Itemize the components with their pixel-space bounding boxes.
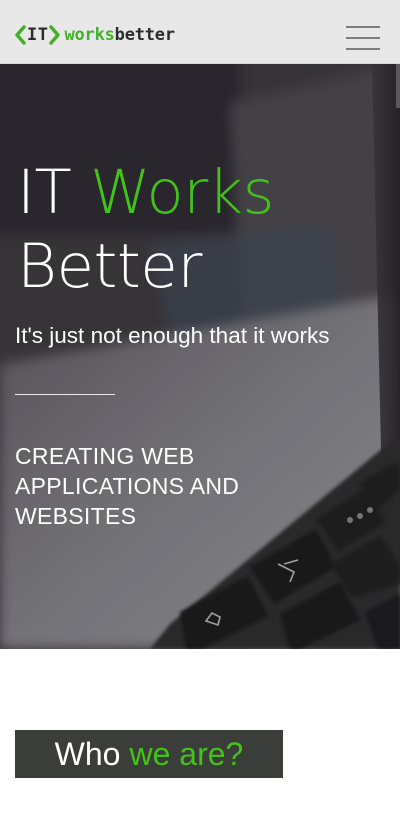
site-logo[interactable]: IT worksbetter — [15, 23, 175, 47]
site-header: IT worksbetter — [0, 0, 400, 64]
logo-wordmark-better: better — [114, 25, 175, 45]
logo-it-text: IT — [27, 25, 49, 45]
logo-bracket-mark: IT — [15, 23, 61, 47]
hero-divider — [15, 394, 115, 395]
menu-bar-bottom — [346, 48, 380, 50]
hamburger-menu-icon[interactable] — [346, 24, 380, 52]
left-chevron-icon — [15, 25, 26, 45]
hero-tagline: CREATING WEB APPLICATIONS AND WEBSITES — [15, 443, 240, 529]
hero-section: IT Works Better It's just not enough tha… — [0, 64, 400, 649]
who-heading-word: Who — [54, 736, 121, 772]
logo-wordmark-works: works — [64, 25, 115, 45]
page-scrollbar-thumb[interactable] — [396, 64, 400, 108]
hero-title-better: Better — [17, 231, 202, 302]
hero-subtitle: It's just not enough that it works — [15, 323, 330, 348]
hero-title-works: Works — [90, 157, 274, 228]
hero-title: IT Works Better — [17, 156, 387, 304]
who-heading-accent: we are? — [129, 736, 244, 772]
who-we-are-heading: Who we are? — [15, 730, 283, 778]
logo-wordmark: worksbetter — [64, 23, 175, 47]
hero-title-it: IT — [17, 157, 72, 228]
menu-bar-top — [346, 26, 380, 28]
right-chevron-icon — [49, 25, 61, 45]
laptop-keyboard-photo — [0, 64, 400, 649]
menu-bar-middle — [346, 37, 380, 39]
